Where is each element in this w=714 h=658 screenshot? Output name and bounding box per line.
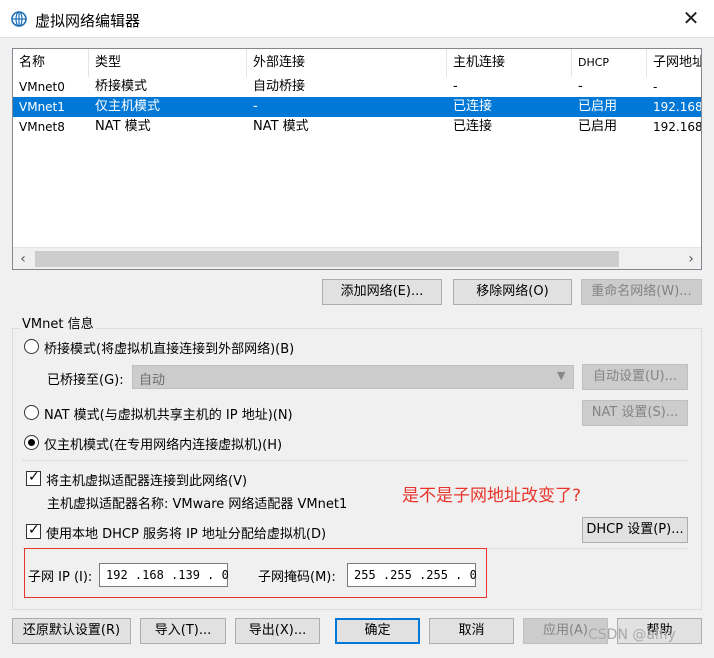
hostonly-radio-label[interactable]: 仅主机模式(在专用网络内连接虚拟机)(H) — [44, 434, 282, 453]
cancel-button[interactable]: 取消 — [429, 618, 514, 644]
connect-adapter-checkbox[interactable] — [26, 469, 41, 486]
remove-network-button[interactable]: 移除网络(O) — [453, 279, 572, 305]
auto-settings-button[interactable]: 自动设置(U)... — [582, 364, 688, 390]
cell-type: NAT 模式 — [95, 119, 151, 134]
cell-dhcp: 已启用 — [578, 99, 618, 114]
column-header-host[interactable]: 主机连接 — [447, 49, 572, 77]
nat-radio-label[interactable]: NAT 模式(与虚拟机共享主机的 IP 地址)(N) — [44, 404, 293, 423]
nat-settings-button[interactable]: NAT 设置(S)... — [582, 400, 688, 426]
subnet-mask-label: 子网掩码(M): — [258, 570, 336, 585]
cell-host: - — [453, 79, 458, 94]
dhcp-label[interactable]: 使用本地 DHCP 服务将 IP 地址分配给虚拟机(D) — [46, 523, 326, 542]
connect-adapter-label[interactable]: 将主机虚拟适配器连接到此网络(V) — [46, 470, 247, 489]
bridged-radio[interactable] — [24, 339, 39, 354]
subnet-mask-input[interactable]: 255 .255 .255 . 0 — [347, 563, 477, 587]
restore-defaults-button[interactable]: 还原默认设置(R) — [12, 618, 131, 644]
cell-external: 自动桥接 — [253, 79, 306, 94]
table-row-selected[interactable]: VMnet1 仅主机模式 - 已连接 已启用 192.168. — [13, 97, 702, 117]
column-header-type[interactable]: 类型 — [89, 49, 247, 77]
rename-network-button[interactable]: 重命名网络(W)... — [581, 279, 702, 305]
cell-type: 仅主机模式 — [95, 99, 161, 114]
network-globe-icon — [11, 11, 27, 27]
cell-host: 已连接 — [453, 119, 493, 134]
table-row[interactable]: VMnet0 桥接模式 自动桥接 - - - — [13, 77, 701, 97]
export-button[interactable]: 导出(X)... — [235, 618, 320, 644]
cell-type: 桥接模式 — [95, 79, 148, 94]
bridged-radio-label[interactable]: 桥接模式(将虚拟机直接连接到外部网络)(B) — [44, 338, 294, 357]
subnet-ip-input[interactable]: 192 .168 .139 . 0 — [99, 563, 229, 587]
dhcp-settings-button[interactable]: DHCP 设置(P)... — [582, 517, 688, 543]
cell-name: VMnet0 — [19, 80, 65, 94]
scrollbar-thumb[interactable] — [35, 251, 619, 267]
cell-name: VMnet1 — [19, 100, 65, 114]
ok-button[interactable]: 确定 — [335, 618, 420, 644]
divider — [22, 460, 688, 461]
column-header-dhcp[interactable]: DHCP — [572, 49, 647, 77]
list-header: 名称 类型 外部连接 主机连接 DHCP 子网地址 — [13, 49, 701, 77]
close-icon[interactable]: ✕ — [680, 7, 702, 29]
bridged-to-value: 自动 — [139, 373, 166, 388]
adapter-name-text: 主机虚拟适配器名称: VMware 网络适配器 VMnet1 — [47, 497, 348, 512]
column-header-subnet[interactable]: 子网地址 — [647, 49, 701, 77]
group-title: VMnet 信息 — [20, 313, 96, 332]
scroll-right-icon[interactable]: › — [681, 248, 701, 269]
bridged-to-label: 已桥接至(G): — [47, 373, 124, 388]
table-row[interactable]: VMnet8 NAT 模式 NAT 模式 已连接 已启用 192.168. — [13, 117, 702, 137]
add-network-button[interactable]: 添加网络(E)... — [322, 279, 442, 305]
annotation-text: 是不是子网地址改变了? — [402, 486, 582, 506]
dhcp-checkbox[interactable] — [26, 522, 41, 539]
cell-name: VMnet8 — [19, 120, 65, 134]
network-list[interactable]: 名称 类型 外部连接 主机连接 DHCP 子网地址 VMnet0 桥接模式 自动… — [12, 48, 702, 270]
cell-external: - — [253, 99, 258, 114]
scroll-left-icon[interactable]: ‹ — [13, 248, 33, 269]
watermark-text: CSDN @alfiy — [588, 627, 676, 643]
bridged-to-select[interactable]: 自动 ▼ — [132, 365, 574, 389]
column-header-name[interactable]: 名称 — [13, 49, 89, 77]
cell-dhcp: 已启用 — [578, 119, 618, 134]
horizontal-scrollbar[interactable]: ‹ › — [13, 247, 701, 269]
cell-subnet: 192.168. — [653, 100, 702, 114]
window-title: 虚拟网络编辑器 — [35, 12, 141, 30]
cell-subnet: 192.168. — [653, 120, 702, 134]
column-header-external[interactable]: 外部连接 — [247, 49, 447, 77]
subnet-ip-label: 子网 IP (I): — [28, 570, 93, 585]
chevron-down-icon: ▼ — [557, 369, 566, 382]
hostonly-radio[interactable] — [24, 435, 39, 450]
cell-host: 已连接 — [453, 99, 493, 114]
cell-external: NAT 模式 — [253, 119, 309, 134]
nat-radio[interactable] — [24, 405, 39, 420]
cell-subnet: - — [653, 80, 658, 94]
cell-dhcp: - — [578, 79, 583, 94]
title-bar: 虚拟网络编辑器 ✕ — [0, 0, 714, 38]
import-button[interactable]: 导入(T)... — [140, 618, 226, 644]
